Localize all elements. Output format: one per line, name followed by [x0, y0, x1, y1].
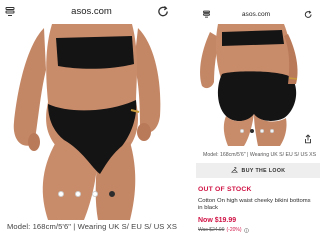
carousel-dot-active[interactable] — [250, 129, 254, 133]
carousel-dot[interactable] — [58, 191, 64, 197]
share-icon[interactable] — [303, 134, 313, 144]
address-bar-url[interactable]: asos.com — [0, 6, 183, 17]
buy-the-look-label: BUY THE LOOK — [241, 167, 286, 174]
model-size-caption: Model: 168cm/5'6" | Wearing UK S/ EU S/ … — [7, 222, 178, 231]
browser-bar: asos.com — [192, 0, 320, 22]
carousel-dot-active[interactable] — [109, 191, 115, 197]
image-carousel-dots[interactable] — [58, 191, 115, 199]
model-size-caption: Model: 168cm/5'6" | Wearing UK S/ EU S/ … — [203, 152, 317, 158]
reload-icon[interactable] — [304, 10, 313, 19]
carousel-dot[interactable] — [270, 129, 274, 133]
product-view-right: asos.com Model: 168cm/5'6" | Wearing UK … — [192, 0, 320, 246]
address-bar-url[interactable]: asos.com — [192, 11, 320, 18]
product-image[interactable] — [192, 24, 320, 146]
carousel-dot[interactable] — [260, 129, 264, 133]
browser-bar: asos.com — [0, 0, 183, 24]
current-price: Now $19.99 — [198, 217, 237, 224]
carousel-dot[interactable] — [240, 129, 244, 133]
discount-percent: (-20%) — [226, 227, 242, 233]
reload-icon[interactable] — [157, 5, 170, 18]
image-carousel-dots[interactable] — [240, 129, 274, 133]
was-price: Was $24.99 — [198, 227, 225, 233]
hanger-icon — [230, 167, 238, 173]
product-view-left: asos.com Model: 168cm/5'6" | Wearing UK … — [0, 0, 183, 246]
product-title: Cotton On high waist cheeky bikini botto… — [198, 198, 311, 212]
stock-status: OUT OF STOCK — [198, 186, 252, 193]
buy-the-look-button[interactable]: BUY THE LOOK — [196, 163, 320, 178]
screen-divider — [183, 0, 192, 246]
info-icon[interactable] — [243, 227, 249, 233]
original-price: Was $24.99 (-20%) — [198, 227, 249, 233]
carousel-dot[interactable] — [75, 191, 81, 197]
carousel-dot[interactable] — [92, 191, 98, 197]
